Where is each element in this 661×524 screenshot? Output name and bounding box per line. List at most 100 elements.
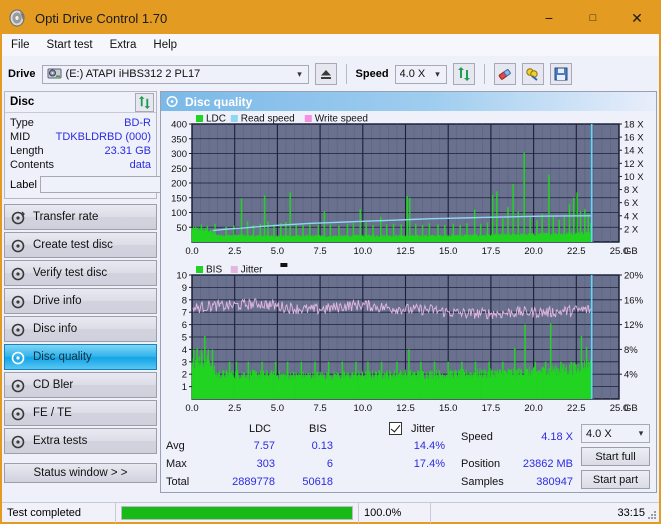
resize-grip[interactable]	[647, 510, 657, 520]
svg-text:15.0: 15.0	[439, 403, 458, 414]
start-part-button[interactable]: Start part	[581, 470, 650, 489]
disc-refresh-button[interactable]	[135, 92, 154, 112]
svg-text:12.5: 12.5	[396, 403, 415, 414]
svg-text:18 X: 18 X	[624, 120, 644, 131]
svg-text:2 X: 2 X	[624, 224, 639, 235]
svg-text:4 X: 4 X	[624, 211, 639, 222]
maximize-button[interactable]: □	[571, 2, 615, 34]
menu-start-test[interactable]: Start test	[47, 39, 93, 51]
total-ldc-value: 2889778	[232, 476, 275, 488]
chevron-down-icon: ▾	[435, 68, 440, 79]
app-icon	[8, 8, 28, 28]
svg-text:10 X: 10 X	[624, 172, 644, 183]
svg-text:100: 100	[171, 208, 187, 219]
chevron-down-icon: ▾	[638, 428, 644, 438]
status-bar: Test completed 100.0% 33:15	[2, 502, 659, 523]
toolbar-separator-2	[483, 64, 485, 84]
disc-label-row: Label	[10, 175, 242, 194]
window-controls: − □ ✕	[527, 2, 659, 34]
menu-extra[interactable]: Extra	[110, 39, 137, 51]
speed-value: 4.0 X	[399, 68, 426, 80]
row-header-total: Total	[166, 476, 190, 488]
avg-bis-value: 0.13	[311, 440, 333, 452]
disc-icon	[11, 378, 26, 393]
statistics-area: LDC BIS Jitter Avg Max Total 7.57 303 28…	[161, 420, 656, 492]
disc-row-length: Length 23.31 GB	[10, 144, 151, 158]
status-window-button[interactable]: Status window > >	[4, 463, 157, 483]
row-header-max: Max	[166, 458, 187, 470]
disc-icon	[11, 406, 26, 421]
drive-icon	[47, 67, 62, 81]
sidebar-item-disc-info[interactable]: Disc info	[4, 316, 157, 342]
menu-help[interactable]: Help	[153, 39, 177, 51]
svg-text:16%: 16%	[624, 295, 644, 306]
drive-label: Drive	[8, 68, 36, 80]
disc-quality-icon	[11, 350, 26, 365]
disc-properties: Type BD-R MID TDKBLDRBD (000) Length 23.…	[5, 113, 242, 198]
eject-button[interactable]	[314, 63, 337, 85]
svg-text:8 X: 8 X	[624, 185, 639, 196]
max-jitter-value: 17.4%	[413, 458, 445, 470]
svg-text:17.5: 17.5	[482, 403, 501, 414]
sidebar-item-fe-te[interactable]: FE / TE	[4, 400, 157, 426]
tools-button[interactable]	[521, 63, 544, 85]
refresh-icon	[138, 95, 151, 109]
save-button[interactable]	[549, 63, 572, 85]
sidebar: Disc Type BD-R MID TDKBLDRBD (000) Lengt…	[2, 91, 242, 493]
svg-text:17.5: 17.5	[482, 246, 501, 257]
jitter-checkbox[interactable]	[389, 422, 402, 435]
avg-ldc-value: 7.57	[253, 440, 275, 452]
disc-icon	[11, 238, 26, 253]
disc-row-value: 23.31 GB	[104, 145, 151, 157]
refresh-button[interactable]	[452, 63, 475, 85]
sidebar-item-transfer-rate[interactable]: Transfer rate	[4, 204, 157, 230]
disc-row-key: MID	[10, 131, 31, 143]
svg-text:15.0: 15.0	[439, 246, 458, 257]
erase-button[interactable]	[493, 63, 516, 85]
sidebar-item-verify-test-disc[interactable]: Verify test disc	[4, 260, 157, 286]
test-speed-select[interactable]: 4.0 X ▾	[581, 424, 650, 443]
svg-text:7.5: 7.5	[313, 403, 326, 414]
svg-text:9: 9	[182, 283, 187, 294]
svg-text:5: 5	[182, 333, 187, 344]
close-button[interactable]: ✕	[615, 2, 659, 34]
svg-text:20.0: 20.0	[524, 246, 543, 257]
speed-select[interactable]: 4.0 X ▾	[394, 64, 447, 84]
avg-jitter-value: 14.4%	[413, 440, 445, 452]
nav-list: Transfer rate Create test disc Verify te…	[4, 204, 157, 454]
menu-file[interactable]: File	[11, 39, 30, 51]
drive-value: (E:) ATAPI iHBS312 2 PL17	[65, 68, 201, 80]
quality-chart-bottom: 12 345 67 8910 4% 8% 12% 16% 20% 0.0 2.5 5.0 7.5 10.0…	[176, 263, 644, 414]
sidebar-item-create-test-disc[interactable]: Create test disc	[4, 232, 157, 258]
start-full-button[interactable]: Start full	[581, 447, 650, 466]
svg-text:2.5: 2.5	[228, 403, 241, 414]
svg-text:3: 3	[182, 357, 187, 368]
disc-row-key: Length	[10, 145, 44, 157]
sidebar-item-cd-bler[interactable]: CD Bler	[4, 372, 157, 398]
jitter-label: Jitter	[411, 423, 435, 435]
svg-text:4%: 4%	[624, 370, 638, 381]
sidebar-item-label: Drive info	[33, 295, 82, 307]
svg-text:8%: 8%	[624, 345, 638, 356]
svg-text:10: 10	[176, 271, 187, 282]
panel-title: Disc quality	[185, 94, 253, 109]
status-message: Test completed	[2, 502, 116, 523]
sidebar-item-extra-tests[interactable]: Extra tests	[4, 428, 157, 454]
minimize-button[interactable]: −	[527, 2, 571, 34]
col-header-bis: BIS	[309, 423, 327, 435]
disc-row-type: Type BD-R	[10, 116, 151, 130]
main-body: Disc Type BD-R MID TDKBLDRBD (000) Lengt…	[2, 91, 659, 493]
sidebar-item-disc-quality[interactable]: Disc quality	[4, 344, 157, 370]
window-title: Opti Drive Control 1.70	[35, 10, 168, 26]
svg-text:5.0: 5.0	[271, 403, 284, 414]
sidebar-item-drive-info[interactable]: Drive info	[4, 288, 157, 314]
test-speed-value: 4.0 X	[586, 427, 612, 440]
disc-row-value: BD-R	[124, 117, 151, 129]
svg-text:22.5: 22.5	[567, 403, 586, 414]
disc-row-value: TDKBLDRBD (000)	[55, 131, 151, 143]
svg-text:12 X: 12 X	[624, 159, 644, 170]
drive-select[interactable]: (E:) ATAPI iHBS312 2 PL17 ▾	[41, 64, 309, 84]
svg-text:Write speed: Write speed	[315, 114, 368, 125]
speed-label: Speed	[355, 68, 389, 80]
svg-text:Read speed: Read speed	[241, 114, 295, 125]
